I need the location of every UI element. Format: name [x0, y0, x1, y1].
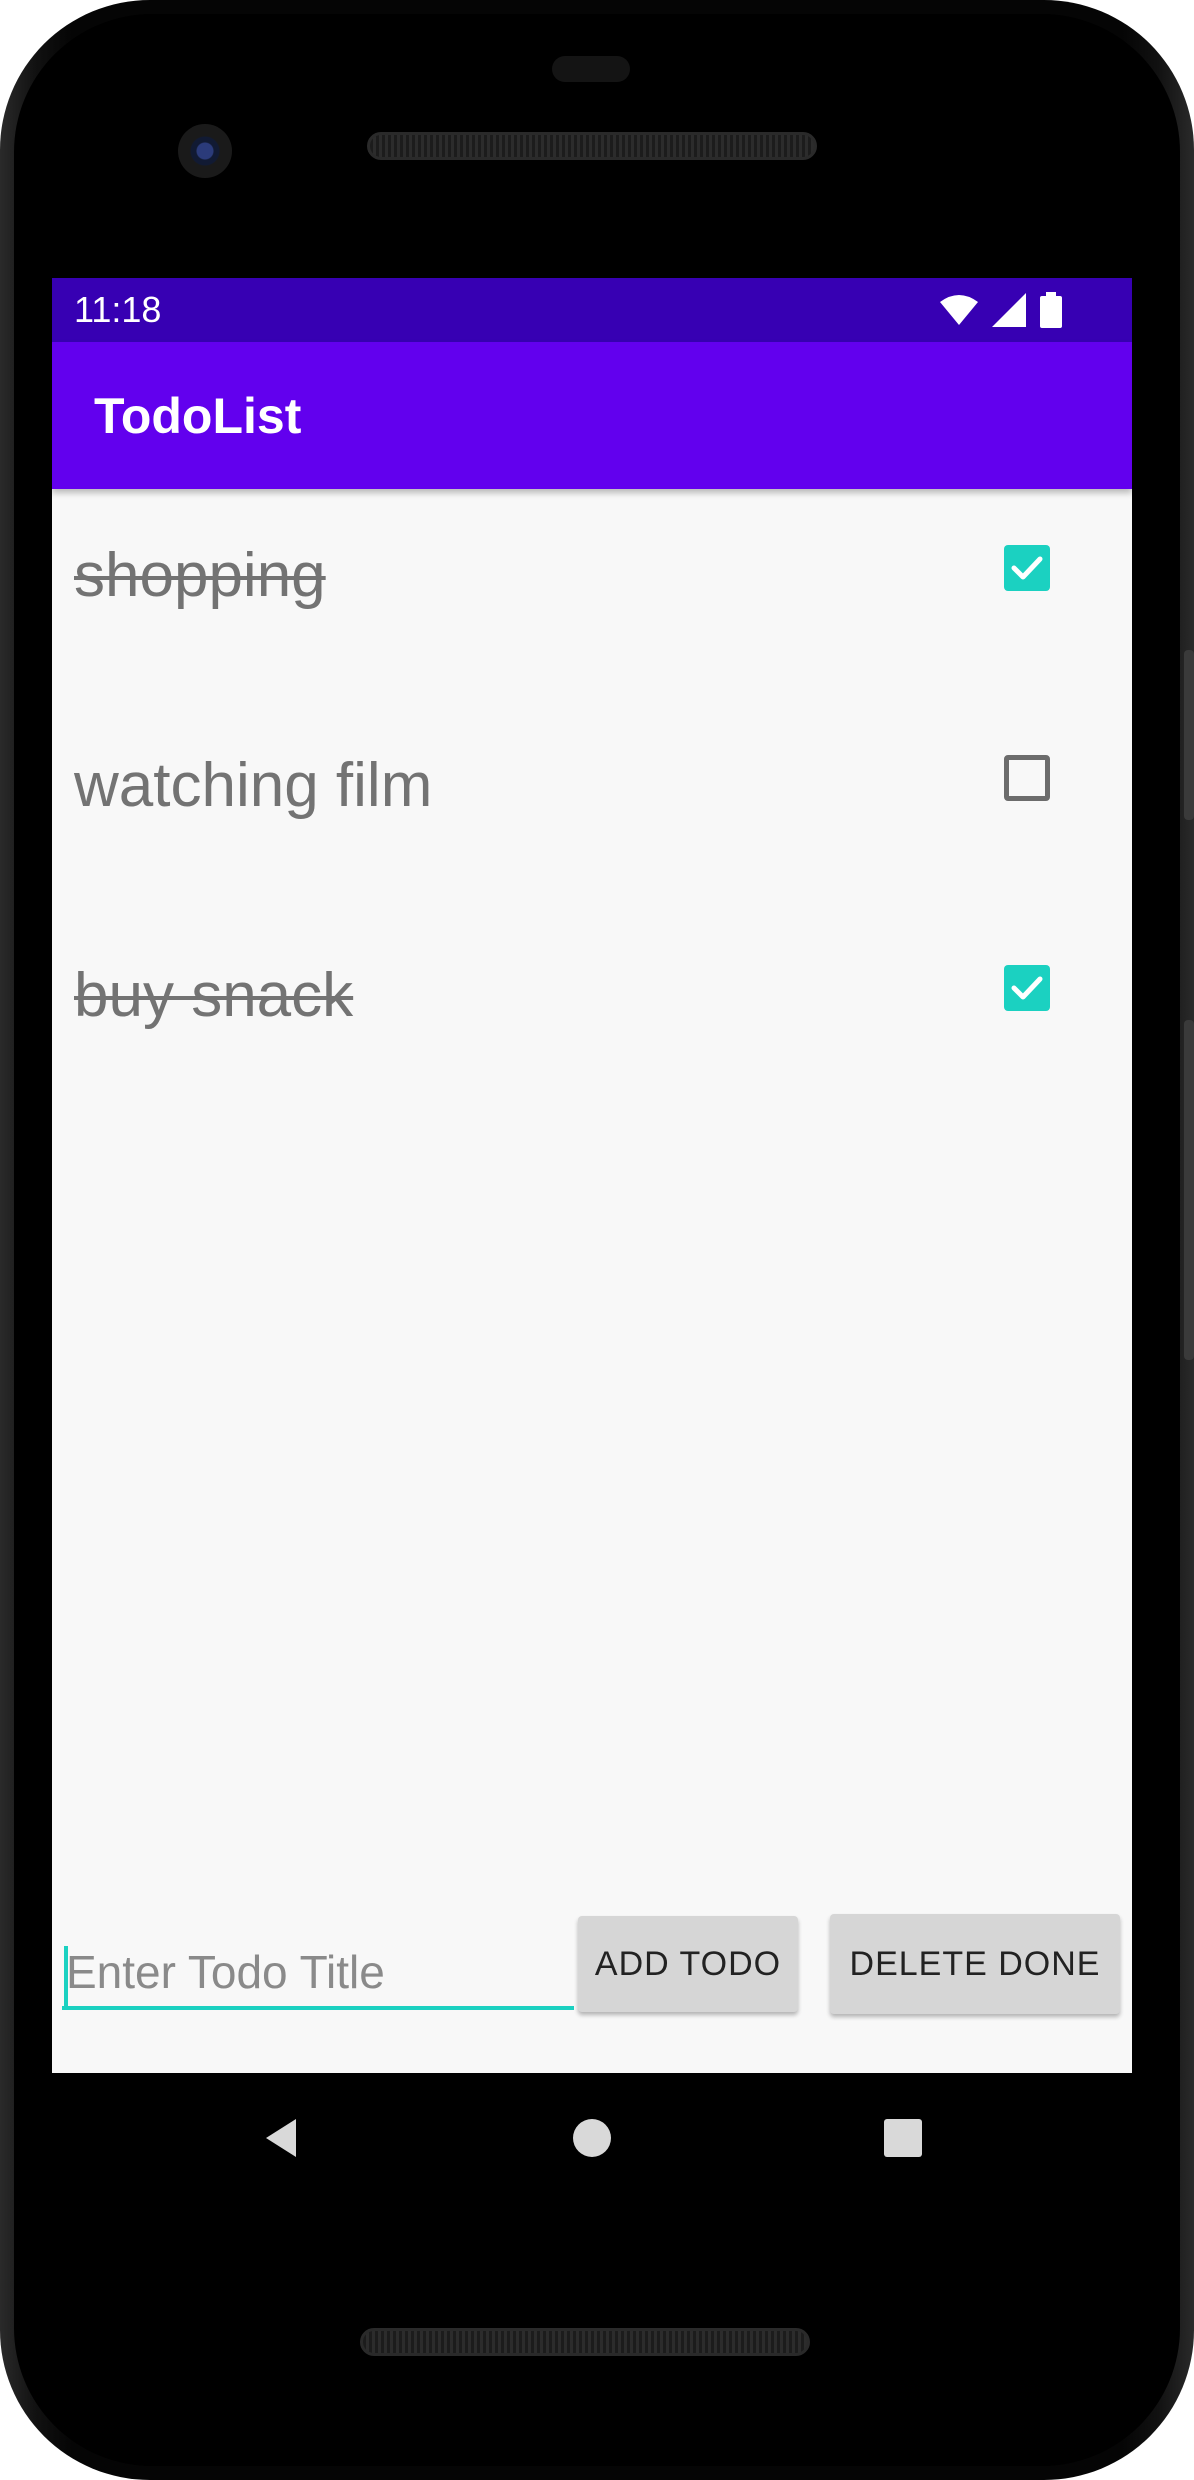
todo-checkbox[interactable]	[1004, 965, 1050, 1011]
add-todo-button[interactable]: ADD TODO	[578, 1916, 798, 2012]
home-icon[interactable]	[567, 2113, 617, 2163]
bottom-speaker	[360, 2328, 810, 2356]
todo-list: shopping watching film buy snack	[52, 489, 1132, 1119]
app-bar: TodoList	[52, 342, 1132, 489]
wifi-icon	[940, 295, 978, 325]
phone-frame: 11:18 TodoList shopping watching film bu…	[0, 0, 1194, 2480]
power-button	[1184, 650, 1194, 820]
todo-checkbox[interactable]	[1004, 545, 1050, 591]
cell-signal-icon	[992, 293, 1026, 327]
todo-title: watching film	[74, 751, 433, 820]
delete-done-button[interactable]: DELETE DONE	[830, 1914, 1120, 2014]
todo-title: buy snack	[74, 961, 354, 1030]
status-icons	[940, 292, 1062, 328]
recents-icon[interactable]	[878, 2113, 928, 2163]
screen: 11:18 TodoList shopping watching film bu…	[52, 278, 1132, 2073]
status-time: 11:18	[74, 289, 162, 330]
todo-title-input[interactable]	[62, 1918, 574, 2010]
back-icon[interactable]	[256, 2113, 306, 2163]
app-title: TodoList	[94, 388, 302, 444]
navigation-bar	[52, 2073, 1132, 2203]
check-icon	[1011, 976, 1043, 1000]
volume-button	[1184, 1020, 1194, 1360]
front-camera	[178, 124, 232, 178]
battery-icon	[1040, 292, 1062, 328]
earpiece-speaker	[367, 132, 817, 160]
todo-checkbox[interactable]	[1004, 755, 1050, 801]
proximity-sensor	[552, 56, 630, 82]
check-icon	[1011, 556, 1043, 580]
status-bar: 11:18	[52, 278, 1132, 342]
todo-item[interactable]: shopping	[52, 489, 1132, 699]
add-todo-row: ADD TODO DELETE DONE	[52, 1914, 1132, 2038]
todo-item[interactable]: buy snack	[52, 909, 1132, 1119]
text-cursor	[64, 1946, 68, 2006]
todo-item[interactable]: watching film	[52, 699, 1132, 909]
todo-title: shopping	[74, 541, 326, 610]
